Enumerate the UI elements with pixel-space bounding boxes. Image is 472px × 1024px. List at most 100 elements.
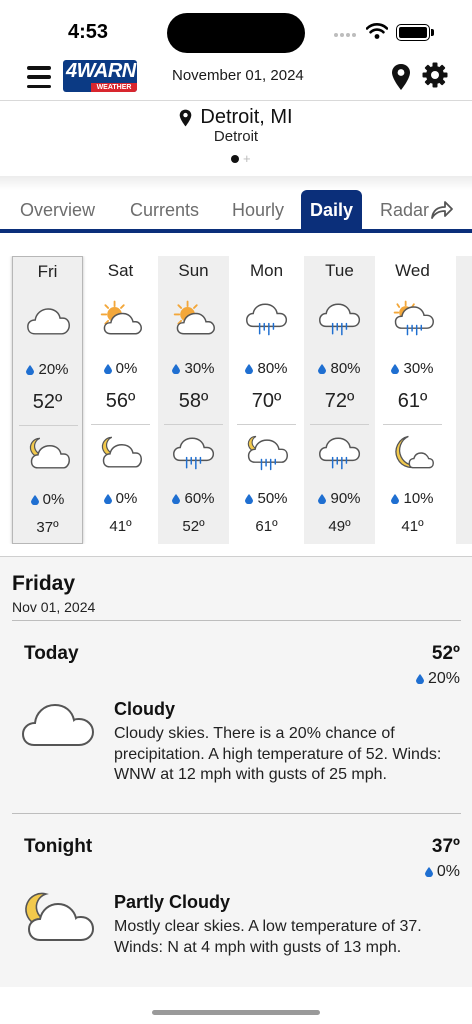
low-temp: 37º <box>36 519 59 536</box>
partly-sunny-icon <box>173 300 215 335</box>
day-column-sun[interactable]: Sun 30% 58º 60% 52º <box>158 256 229 544</box>
night-precip: 50% <box>231 490 302 507</box>
low-temp: 52º <box>182 518 205 535</box>
status-bar: 4:53 <box>0 0 472 56</box>
night-precip: 60% <box>158 490 229 507</box>
daily-forecast-strip[interactable]: Fri 20% 52º 0% 37º Sat 0% 56º 0% 41º Sun 30% 58º 60% 5… <box>0 256 472 544</box>
day-column-fri[interactable]: Fri 20% 52º 0% 37º <box>12 256 83 544</box>
hamburger-menu-icon[interactable] <box>27 66 51 88</box>
tonight-precip: 0% <box>424 863 460 881</box>
night-precip: 90% <box>304 490 375 507</box>
raindrop-icon <box>245 494 254 504</box>
raindrop-icon <box>415 674 424 684</box>
detail-date: Nov 01, 2024 <box>12 599 96 615</box>
cloudy-icon <box>21 703 95 746</box>
day-precip: 80% <box>231 360 302 377</box>
raindrop-icon <box>172 364 181 374</box>
detail-day-title: Friday <box>12 572 76 595</box>
app-header: 4WARN WEATHER November 01, 2024 <box>0 56 472 100</box>
night-precip: 10% <box>377 490 448 507</box>
day-name: Tue <box>325 261 354 280</box>
tonight-description: Mostly clear skies. A low temperature of… <box>114 918 422 956</box>
tab-overview[interactable]: Overview <box>20 190 95 230</box>
raindrop-icon <box>30 495 39 505</box>
night-rain-icon <box>247 435 288 471</box>
day-name: Mon <box>249 261 284 280</box>
day-column-mon[interactable]: Mon 80% 70º 50% 61º <box>231 256 302 544</box>
raindrop-icon <box>103 364 112 374</box>
rain-icon <box>319 437 361 470</box>
night-precip: 0% <box>13 491 82 508</box>
moon-cloud-icon <box>395 435 434 469</box>
home-indicator <box>152 1010 320 1015</box>
day-column-sat[interactable]: Sat 0% 56º 0% 41º <box>85 256 156 544</box>
low-temp: 41º <box>109 518 132 535</box>
location-subtitle: Detroit <box>213 128 259 145</box>
page-dot-active <box>231 155 239 163</box>
high-temp: 52º <box>32 391 63 413</box>
partly-sunny-icon <box>100 300 142 335</box>
sun-rain-icon <box>393 300 434 336</box>
partly-cloudy-night-icon <box>25 892 95 941</box>
day-precip: 30% <box>377 360 448 377</box>
tab-currents[interactable]: Currents <box>130 190 199 230</box>
location-pin-icon <box>180 109 192 126</box>
raindrop-icon <box>391 494 400 504</box>
header-date: November 01, 2024 <box>172 67 304 84</box>
night-precip: 0% <box>85 490 156 507</box>
tab-hourly[interactable]: Hourly <box>232 190 284 230</box>
tonight-label: Tonight <box>24 836 93 857</box>
high-temp: 56º <box>105 390 136 412</box>
raindrop-icon <box>172 494 181 504</box>
high-temp: 61º <box>397 390 428 412</box>
day-precip: 30% <box>158 360 229 377</box>
tab-radar[interactable]: Radar <box>380 190 429 230</box>
day-name: Sat <box>107 261 134 280</box>
low-temp: 61º <box>255 518 278 535</box>
day-precip: 0% <box>85 360 156 377</box>
raindrop-icon <box>245 364 254 374</box>
battery-icon <box>396 24 430 41</box>
raindrop-icon <box>318 364 327 374</box>
tonight-condition: Partly Cloudy <box>114 892 231 912</box>
share-arrow-icon[interactable] <box>430 200 454 220</box>
high-temp: 58º <box>178 390 209 412</box>
tab-bar: Overview Currents Hourly Daily Radar <box>0 190 472 230</box>
dynamic-island <box>167 13 305 53</box>
today-description: Cloudy skies. There is a 20% chance of p… <box>114 725 442 783</box>
high-temp: 72º <box>324 390 355 412</box>
wifi-icon <box>366 23 388 39</box>
day-name: Sun <box>178 261 209 280</box>
location-city: Detroit, MI <box>200 106 293 128</box>
day-column-tue[interactable]: Tue 80% 72º 90% 49º <box>304 256 375 544</box>
station-logo: 4WARN WEATHER <box>63 60 137 92</box>
raindrop-icon <box>424 867 433 877</box>
today-temp: 52º <box>431 643 460 664</box>
partly-cloudy-night-icon <box>101 436 142 468</box>
location-page-indicator[interactable]: + <box>231 152 251 165</box>
cellular-signal-icon <box>334 33 356 37</box>
tab-underline <box>0 229 472 233</box>
day-precip: 80% <box>304 360 375 377</box>
cloudy-icon <box>27 308 70 335</box>
high-temp: 70º <box>251 390 282 412</box>
day-precip: 20% <box>13 361 82 378</box>
today-label: Today <box>24 643 79 664</box>
header-divider <box>0 100 472 101</box>
tonight-temp: 37º <box>431 836 460 857</box>
today-condition: Cloudy <box>114 699 175 719</box>
location-pin-icon[interactable] <box>391 63 411 91</box>
settings-gear-icon[interactable] <box>422 62 448 88</box>
raindrop-icon <box>26 365 35 375</box>
add-location-icon[interactable]: + <box>243 152 251 165</box>
day-name: Wed <box>395 261 430 280</box>
low-temp: 41º <box>401 518 424 535</box>
raindrop-icon <box>391 364 400 374</box>
tab-daily[interactable]: Daily <box>301 190 362 230</box>
rain-icon <box>173 437 215 470</box>
day-column-wed[interactable]: Wed 30% 61º 10% 41º <box>377 256 448 544</box>
low-temp: 49º <box>328 518 351 535</box>
partly-cloudy-night-icon <box>29 437 70 469</box>
raindrop-icon <box>103 494 112 504</box>
day-name: Fri <box>37 262 58 281</box>
